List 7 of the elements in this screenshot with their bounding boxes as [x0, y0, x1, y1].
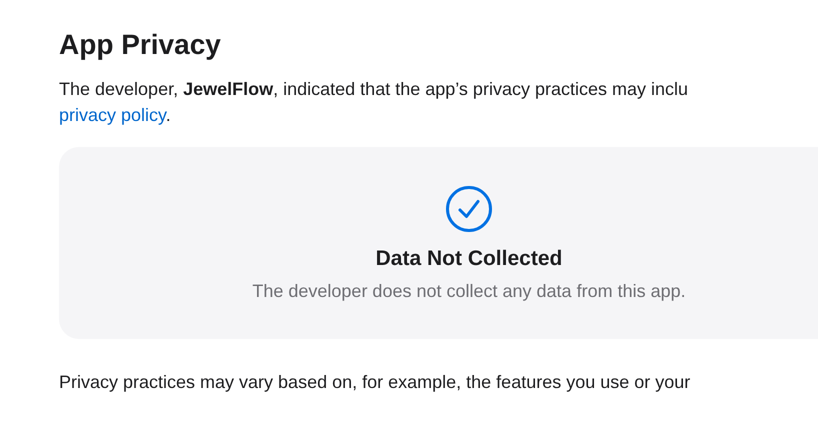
card-title: Data Not Collected: [376, 246, 562, 270]
card-description: The developer does not collect any data from this app.: [252, 280, 686, 302]
intro-paragraph: The developer, JewelFlow, indicated that the app’s privacy practices may inclu privacy policy.: [59, 78, 688, 127]
checkmark-icon: [445, 184, 493, 232]
footnote-text: Privacy practices may vary based on, for example, the features you use or your: [59, 371, 690, 394]
privacy-policy-link[interactable]: privacy policy: [59, 105, 166, 125]
section-heading: App Privacy: [59, 29, 221, 61]
